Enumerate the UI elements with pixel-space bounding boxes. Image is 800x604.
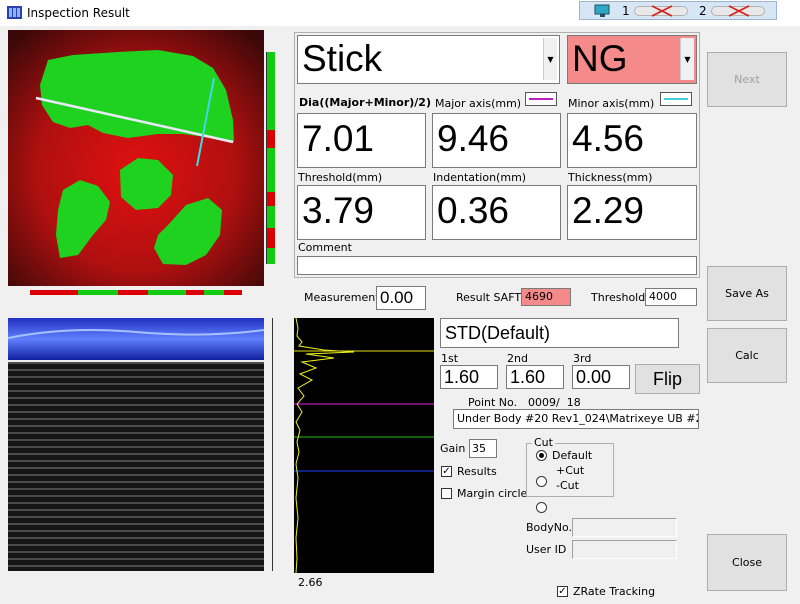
- profile-field[interactable]: STD(Default): [440, 318, 679, 348]
- indentation-value: 0.36: [432, 185, 561, 240]
- tab-2-close[interactable]: [711, 5, 765, 17]
- point-value: 0009/ 18: [528, 396, 581, 409]
- results-checkbox[interactable]: ✓: [441, 466, 452, 477]
- first-label: 1st: [441, 352, 459, 365]
- cut-minus-label: -Cut: [556, 479, 579, 492]
- thickness-value: 2.29: [567, 185, 697, 240]
- minor-color-swatch: [660, 92, 692, 106]
- tab-2[interactable]: 2: [699, 4, 707, 18]
- saft-threshold-label: Threshold: [591, 291, 646, 304]
- minor-label: Minor axis(mm): [568, 97, 655, 110]
- tab-1[interactable]: 1: [622, 4, 630, 18]
- window-title: Inspection Result: [27, 6, 130, 20]
- minor-value: 4.56: [567, 113, 697, 168]
- type-value: Stick: [302, 38, 383, 79]
- next-button[interactable]: Next: [707, 52, 787, 107]
- b-scan-scale: [267, 318, 273, 571]
- cut-group-label: Cut: [532, 436, 555, 449]
- monitor-icon: [594, 4, 610, 17]
- cut-plus-label: +Cut: [556, 464, 585, 477]
- close-icon: [728, 5, 750, 17]
- gain-field[interactable]: 35: [469, 439, 497, 458]
- cut-plus-radio[interactable]: [536, 476, 547, 487]
- tab-strip: 1 2: [579, 1, 777, 20]
- cut-default-radio[interactable]: [536, 450, 547, 461]
- third-field[interactable]: 0.00: [572, 365, 630, 389]
- judgement-select[interactable]: NG ▼: [567, 35, 697, 84]
- zrate-tracking-checkbox[interactable]: ✓: [557, 586, 568, 597]
- cut-default-label: Default: [552, 449, 593, 462]
- first-field[interactable]: 1.60: [440, 365, 498, 389]
- judgement-value: NG: [572, 38, 628, 79]
- dia-label: Dia((Major+Minor)/2): [299, 96, 431, 109]
- b-scan-image[interactable]: [7, 318, 265, 571]
- cut-minus-radio[interactable]: [536, 502, 547, 513]
- app-icon: [7, 6, 22, 19]
- zrate-tracking-label: ZRate Tracking: [573, 585, 656, 598]
- vertical-scale: [264, 52, 267, 264]
- major-color-swatch: [525, 92, 557, 106]
- type-select[interactable]: Stick ▼: [297, 35, 560, 84]
- result-saft-value: 4690: [521, 288, 571, 306]
- major-label: Major axis(mm): [435, 97, 522, 110]
- second-label: 2nd: [507, 352, 528, 365]
- body-no-label: BodyNo.: [526, 521, 573, 534]
- result-saft-label: Result SAFT: [456, 291, 522, 304]
- major-value: 9.46: [432, 113, 561, 168]
- comment-label: Comment: [298, 241, 352, 254]
- margin-circle-label: Margin circle: [457, 487, 528, 500]
- measurement-field[interactable]: 0.00: [376, 286, 426, 310]
- body-no-field[interactable]: [572, 518, 677, 537]
- flip-button[interactable]: Flip: [635, 364, 700, 394]
- thickness-label: Thickness(mm): [568, 171, 653, 184]
- chevron-down-icon[interactable]: ▼: [543, 38, 557, 80]
- save-as-button[interactable]: Save As: [707, 266, 787, 321]
- close-icon: [651, 5, 673, 17]
- margin-circle-checkbox[interactable]: [441, 488, 452, 499]
- user-id-label: User ID: [526, 543, 567, 556]
- vertical-indicator-strip: [267, 52, 275, 264]
- saft-threshold-field[interactable]: 4000: [645, 288, 697, 306]
- threshold-label: Threshold(mm): [298, 171, 383, 184]
- calc-button[interactable]: Calc: [707, 328, 787, 383]
- horizontal-indicator-strip: [30, 290, 242, 295]
- second-field[interactable]: 1.60: [506, 365, 564, 389]
- measurement-label: Measurement: [304, 291, 380, 304]
- third-label: 3rd: [573, 352, 592, 365]
- results-label: Results: [457, 465, 497, 478]
- chevron-down-icon[interactable]: ▼: [680, 38, 694, 80]
- comment-field[interactable]: [297, 256, 697, 275]
- a-scan-waveform[interactable]: [294, 317, 434, 574]
- c-scan-image[interactable]: [8, 30, 264, 286]
- point-label: Point No.: [468, 396, 518, 409]
- gain-label: Gain: [440, 442, 466, 455]
- user-id-field[interactable]: [572, 540, 677, 559]
- path-field[interactable]: Under Body #20 Rev1_024\Matrixeye UB #2: [453, 409, 699, 429]
- close-button[interactable]: Close: [707, 534, 787, 591]
- dia-value: 7.01: [297, 113, 426, 168]
- signal-value: 2.66: [298, 576, 323, 589]
- tab-1-close[interactable]: [634, 5, 688, 17]
- threshold-value: 3.79: [297, 185, 426, 240]
- indentation-label: Indentation(mm): [433, 171, 527, 184]
